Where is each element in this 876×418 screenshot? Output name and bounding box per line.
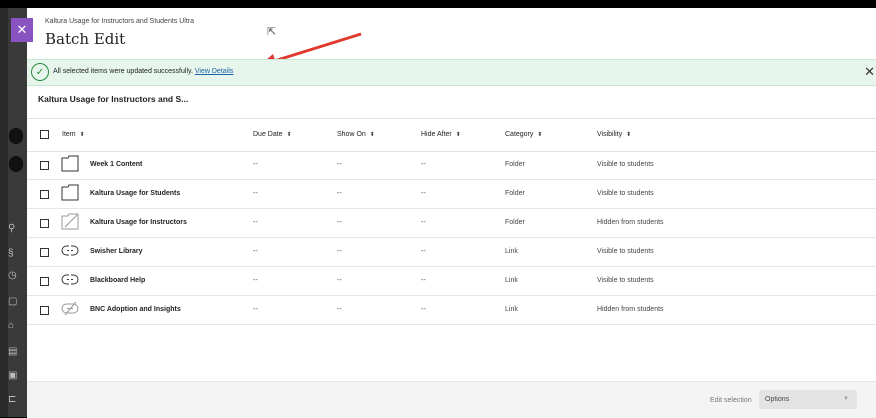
visibility: Visible to students bbox=[597, 248, 654, 255]
rail-icon: ⊏ bbox=[8, 394, 17, 405]
visibility: Visible to students bbox=[597, 277, 654, 284]
row-checkbox[interactable] bbox=[40, 219, 49, 228]
hide-after: -- bbox=[421, 248, 426, 255]
table-header: Item ⬍ Due Date ⬍ Show On ⬍ Hide After ⬍ Cat… bbox=[27, 118, 876, 152]
item-name[interactable]: Kaltura Usage for Students bbox=[90, 190, 180, 197]
rail-icon: ▢ bbox=[8, 296, 18, 307]
row-checkbox[interactable] bbox=[40, 248, 49, 257]
due-date: -- bbox=[253, 277, 258, 284]
sort-icon: ⬍ bbox=[537, 132, 543, 138]
column-header-visibility[interactable]: Visibility ⬍ bbox=[597, 131, 631, 138]
rail-icon: ⌂ bbox=[8, 320, 15, 331]
close-icon: ✕ bbox=[864, 64, 875, 79]
folder-icon bbox=[61, 184, 79, 201]
visibility: Visible to students bbox=[597, 190, 654, 197]
show-on: -- bbox=[337, 277, 342, 284]
table-row[interactable]: Kaltura Usage for Instructors -- -- -- F… bbox=[27, 208, 876, 238]
row-checkbox[interactable] bbox=[40, 306, 49, 315]
rail-icon: ▤ bbox=[8, 346, 18, 357]
item-name[interactable]: BNC Adoption and Insights bbox=[90, 306, 181, 313]
visibility: Hidden from students bbox=[597, 306, 664, 313]
dismiss-banner-button[interactable]: ✕ bbox=[864, 64, 875, 80]
category: Link bbox=[505, 306, 518, 313]
edit-selection-label: Edit selection bbox=[710, 397, 752, 404]
rail-avatar bbox=[9, 128, 23, 144]
course-subtitle: Kaltura Usage for Instructors and Studen… bbox=[45, 18, 195, 25]
item-name[interactable]: Week 1 Content bbox=[90, 161, 142, 168]
link-icon bbox=[61, 274, 79, 285]
sort-icon: ⬍ bbox=[369, 132, 375, 138]
hidden-folder-icon bbox=[61, 213, 79, 230]
hide-after: -- bbox=[421, 219, 426, 226]
course-title: Kaltura Usage for Instructors and S... bbox=[38, 94, 189, 104]
check-circle-icon: ✓ bbox=[31, 63, 49, 81]
item-name[interactable]: Swisher Library bbox=[90, 248, 143, 255]
sort-icon: ⬍ bbox=[626, 132, 632, 138]
page-title: Batch Edit bbox=[45, 30, 126, 48]
column-header-hide-after[interactable]: Hide After ⬍ bbox=[421, 131, 461, 138]
row-checkbox[interactable] bbox=[40, 190, 49, 199]
due-date: -- bbox=[253, 190, 258, 197]
category: Link bbox=[505, 277, 518, 284]
show-on: -- bbox=[337, 219, 342, 226]
rail-icon: ⚲ bbox=[8, 223, 16, 234]
item-name[interactable]: Kaltura Usage for Instructors bbox=[90, 219, 187, 226]
hide-after: -- bbox=[421, 161, 426, 168]
window-top-edge bbox=[0, 0, 876, 8]
due-date: -- bbox=[253, 306, 258, 313]
rail-avatar bbox=[9, 156, 23, 172]
success-banner: ✓ All selected items were updated succes… bbox=[27, 59, 876, 86]
panel-header: Kaltura Usage for Instructors and Studen… bbox=[27, 8, 876, 66]
rail-icon: § bbox=[8, 248, 14, 259]
category: Folder bbox=[505, 190, 525, 197]
chevron-down-icon: ▼ bbox=[843, 396, 849, 402]
success-message: All selected items were updated successf… bbox=[53, 68, 193, 75]
row-checkbox[interactable] bbox=[40, 277, 49, 286]
sort-icon: ⬍ bbox=[79, 132, 85, 138]
table-row[interactable]: Blackboard Help -- -- -- Link Visible to… bbox=[27, 266, 876, 296]
panel-footer: Edit selection Options ▼ bbox=[27, 381, 876, 418]
hidden-link-icon bbox=[61, 301, 79, 316]
options-dropdown[interactable]: Options ▼ bbox=[759, 390, 857, 409]
folder-icon bbox=[61, 155, 79, 172]
rail-icon: ▣ bbox=[8, 370, 18, 381]
hide-after: -- bbox=[421, 306, 426, 313]
table-row[interactable]: Kaltura Usage for Students -- -- -- Fold… bbox=[27, 179, 876, 209]
due-date: -- bbox=[253, 219, 258, 226]
close-icon: ✕ bbox=[16, 22, 28, 37]
item-name[interactable]: Blackboard Help bbox=[90, 277, 145, 284]
show-on: -- bbox=[337, 190, 342, 197]
rail-icon: ◷ bbox=[8, 270, 17, 281]
visibility: Hidden from students bbox=[597, 219, 664, 226]
batch-edit-panel: Kaltura Usage for Instructors and Studen… bbox=[27, 8, 876, 418]
hide-after: -- bbox=[421, 277, 426, 284]
view-details-link[interactable]: View Details bbox=[195, 68, 233, 75]
show-on: -- bbox=[337, 248, 342, 255]
table-row[interactable]: BNC Adoption and Insights -- -- -- Link … bbox=[27, 295, 876, 325]
show-on: -- bbox=[337, 161, 342, 168]
visibility: Visible to students bbox=[597, 161, 654, 168]
link-icon bbox=[61, 245, 79, 256]
course-nav-rail: ⚲ § ◷ ▢ ⌂ ▤ ▣ ⊏ bbox=[0, 8, 27, 417]
due-date: -- bbox=[253, 248, 258, 255]
column-header-show-on[interactable]: Show On ⬍ bbox=[337, 131, 375, 138]
row-checkbox[interactable] bbox=[40, 161, 49, 170]
category: Link bbox=[505, 248, 518, 255]
sort-icon: ⬍ bbox=[455, 132, 461, 138]
category: Folder bbox=[505, 161, 525, 168]
column-header-due-date[interactable]: Due Date ⬍ bbox=[253, 131, 292, 138]
category: Folder bbox=[505, 219, 525, 226]
options-selected-value: Options bbox=[765, 396, 790, 403]
select-all-checkbox[interactable] bbox=[40, 130, 49, 139]
close-panel-button[interactable]: ✕ bbox=[11, 18, 33, 42]
show-on: -- bbox=[337, 306, 342, 313]
due-date: -- bbox=[253, 161, 258, 168]
column-header-category[interactable]: Category ⬍ bbox=[505, 131, 542, 138]
table-row[interactable]: Swisher Library -- -- -- Link Visible to… bbox=[27, 237, 876, 267]
column-header-item[interactable]: Item ⬍ bbox=[62, 131, 85, 138]
sort-icon: ⬍ bbox=[286, 132, 292, 138]
table-row[interactable]: Week 1 Content -- -- -- Folder Visible t… bbox=[27, 150, 876, 180]
hide-after: -- bbox=[421, 190, 426, 197]
